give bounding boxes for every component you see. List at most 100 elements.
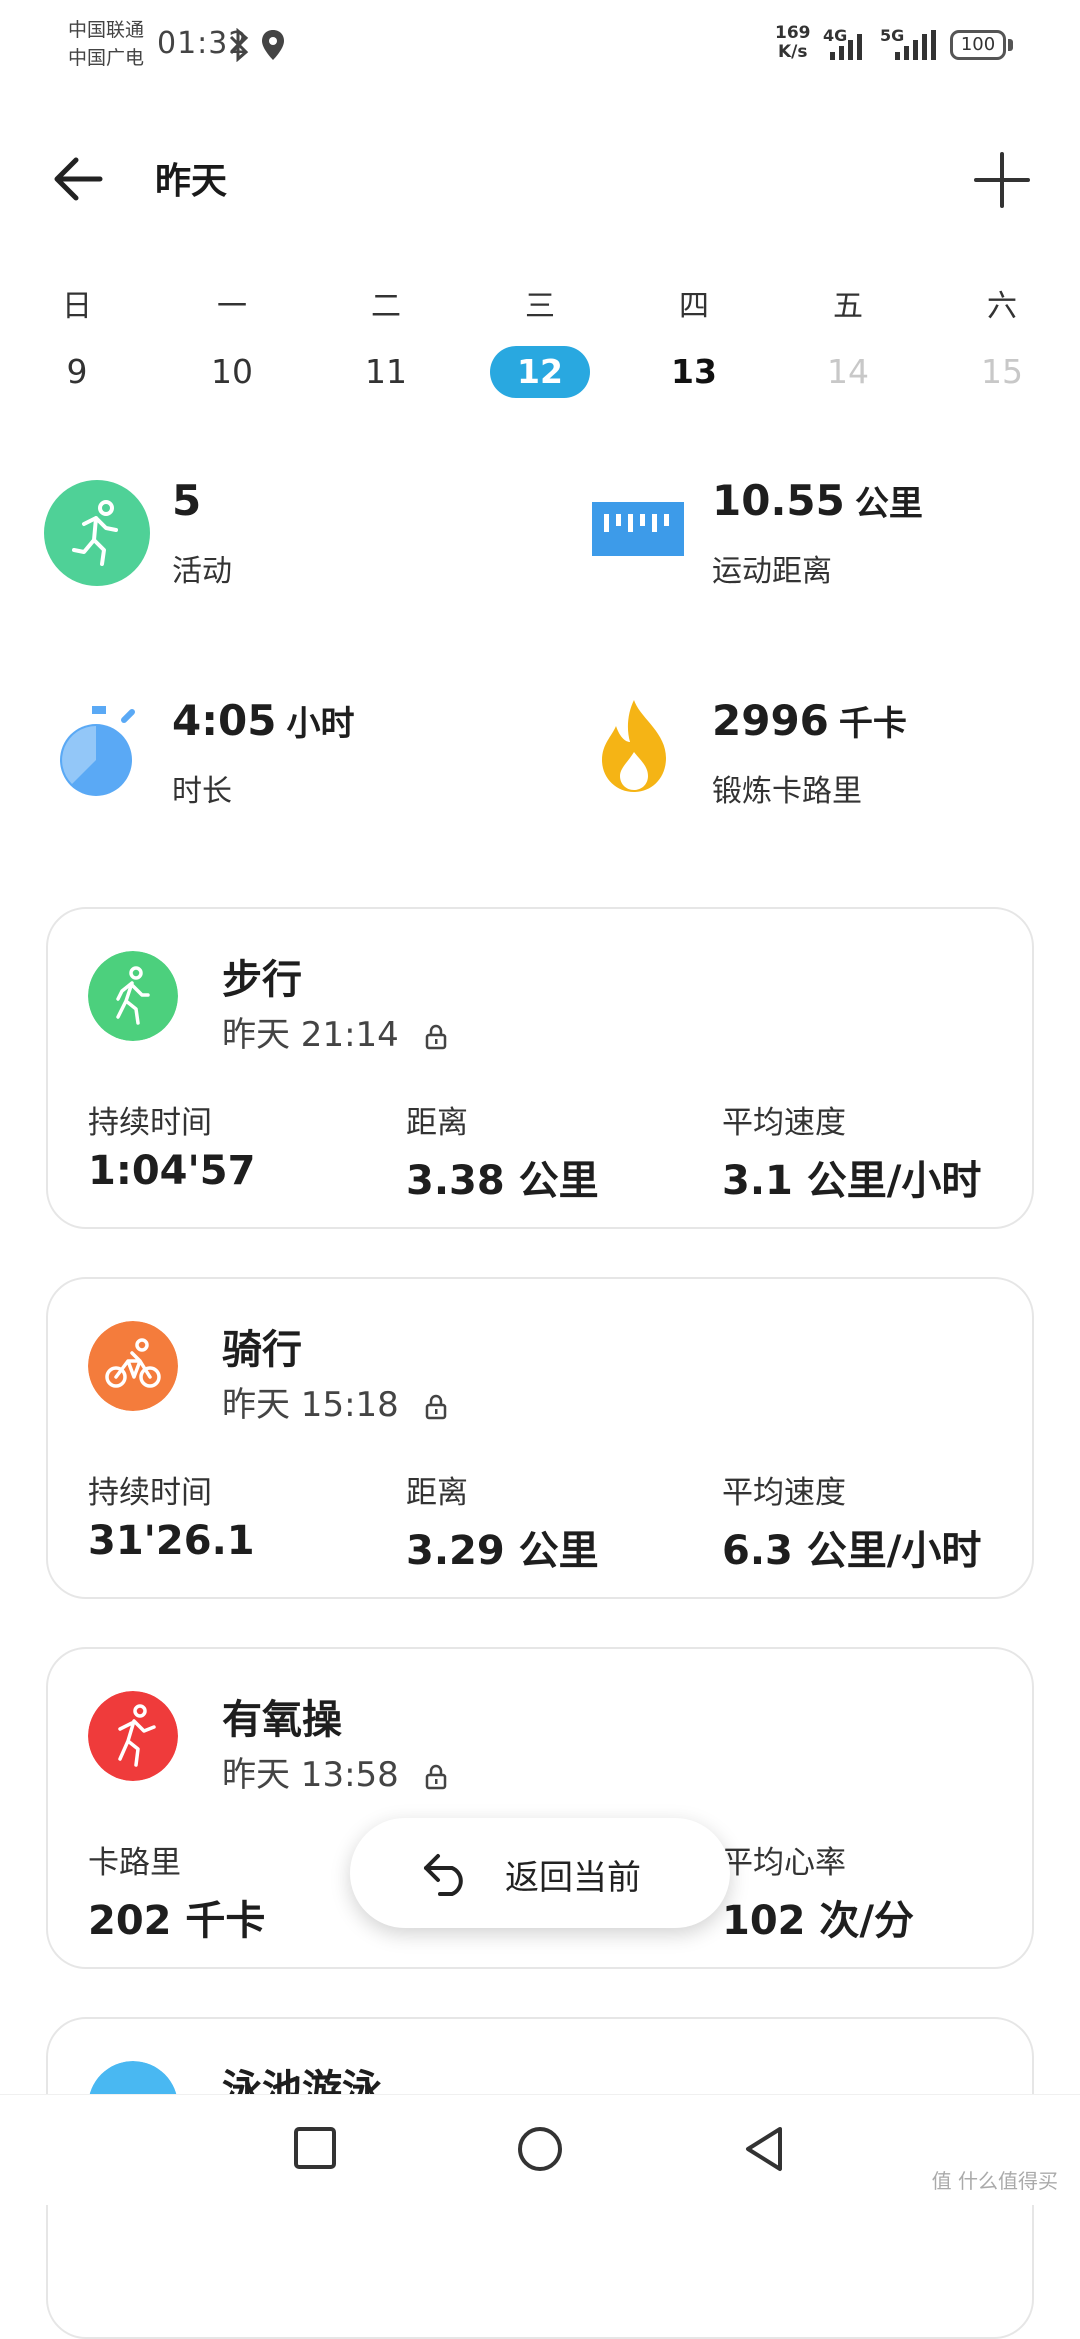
battery-icon: 100	[950, 30, 1006, 60]
calories-label: 锻炼卡路里	[712, 774, 862, 809]
day-of-week-label: 日	[62, 289, 92, 324]
metric-label: 持续时间	[88, 1105, 212, 1141]
metric-label: 平均速度	[722, 1105, 846, 1141]
day-of-week-label: 二	[371, 289, 401, 324]
signal-5g-icon	[895, 30, 936, 60]
home-icon[interactable]	[516, 2125, 564, 2173]
bluetooth-icon	[229, 28, 249, 62]
back-to-current-button[interactable]: 返回当前	[350, 1818, 730, 1928]
carrier-1: 中国联通	[68, 19, 145, 41]
battery-tip	[1008, 39, 1013, 51]
stat-duration: 4:05 小时 时长	[0, 690, 540, 820]
metric-value: 202 千卡	[88, 1898, 266, 1944]
distance-number: 10.55	[712, 476, 845, 525]
stat-activities: 5 活动	[0, 470, 540, 600]
calories-unit: 千卡	[838, 704, 907, 744]
cycling-icon	[88, 1321, 178, 1411]
back-to-current-label: 返回当前	[505, 1858, 641, 1898]
day-number-selected: 12	[490, 346, 590, 398]
distance-unit: 公里	[854, 484, 923, 524]
day-mon[interactable]: 一 10	[177, 282, 287, 398]
activity-time-text: 昨天 15:18	[222, 1385, 399, 1425]
metric-value: 3.29 公里	[406, 1528, 599, 1574]
speed-unit: K/s	[777, 42, 808, 62]
day-of-week-label: 一	[217, 289, 247, 324]
day-of-week-label: 五	[833, 289, 863, 324]
stat-distance: 10.55 公里 运动距离	[540, 470, 1080, 600]
duration-number: 4:05	[172, 696, 277, 745]
day-of-week-label: 四	[679, 289, 709, 324]
activity-time-text: 昨天 13:58	[222, 1755, 399, 1795]
location-icon	[262, 30, 284, 60]
day-number-today: 13	[671, 352, 717, 391]
stopwatch-icon	[60, 706, 135, 796]
back-arrow-icon[interactable]	[50, 150, 108, 208]
day-fri: 五 14	[793, 282, 903, 398]
signal-4g-icon	[830, 34, 862, 60]
activities-count: 5	[172, 476, 202, 525]
calories-number: 2996	[712, 696, 829, 745]
walking-icon	[88, 951, 178, 1041]
metric-value: 31'26.1	[88, 1518, 255, 1564]
metric-avg-heart-rate: 平均心率 102 次/分	[722, 1837, 914, 1946]
day-number: 9	[66, 352, 88, 391]
metric-distance: 距离 3.38 公里	[406, 1097, 599, 1206]
metric-value: 102 次/分	[722, 1898, 915, 1944]
running-icon	[44, 480, 150, 586]
distance-value: 10.55 公里	[712, 476, 923, 525]
day-number-disabled: 15	[981, 352, 1023, 391]
metric-avg-speed: 平均速度 6.3 公里/小时	[722, 1467, 981, 1576]
metric-duration: 持续时间 31'26.1	[88, 1467, 255, 1564]
day-sat: 六 15	[947, 282, 1057, 398]
metric-distance: 距离 3.29 公里	[406, 1467, 599, 1576]
activity-time: 昨天 13:58	[222, 1747, 448, 1796]
activity-card-walking[interactable]: 步行 昨天 21:14 持续时间 1:04'57 距离 3.38 公里 平均速度…	[46, 907, 1034, 1229]
activity-time: 昨天 15:18	[222, 1377, 448, 1426]
stat-calories: 2996 千卡 锻炼卡路里	[540, 690, 1080, 820]
metric-value: 1:04'57	[88, 1148, 256, 1194]
day-thu-today[interactable]: 四 13	[639, 282, 749, 398]
speed-value: 169	[775, 23, 811, 43]
duration-label: 时长	[172, 774, 232, 809]
day-number: 11	[365, 352, 407, 391]
day-tue[interactable]: 二 11	[331, 282, 441, 398]
metric-label: 卡路里	[88, 1845, 181, 1881]
duration-value: 4:05 小时	[172, 696, 354, 745]
carrier-info: 中国联通 中国广电	[68, 16, 144, 72]
activity-time-text: 昨天 21:14	[222, 1015, 399, 1055]
metric-label: 距离	[406, 1475, 468, 1511]
metric-value: 6.3 公里/小时	[722, 1528, 982, 1574]
week-strip: 日 9 一 10 二 11 三 12 四 13 五 14 六 15	[0, 282, 1080, 412]
activity-title: 骑行	[222, 1327, 302, 1373]
page-title: 昨天	[155, 161, 228, 202]
aerobics-icon	[88, 1691, 178, 1781]
activity-title: 步行	[222, 957, 302, 1003]
metric-label: 持续时间	[88, 1475, 212, 1511]
network-speed: 169 K/s	[775, 24, 811, 62]
metric-avg-speed: 平均速度 3.1 公里/小时	[722, 1097, 981, 1206]
day-wed-selected[interactable]: 三 12	[485, 282, 595, 398]
day-of-week-label: 三	[525, 289, 555, 324]
day-number: 10	[211, 352, 253, 391]
day-number-disabled: 14	[827, 352, 869, 391]
activity-time: 昨天 21:14	[222, 1007, 448, 1056]
recents-icon[interactable]	[292, 2125, 338, 2171]
status-bar: 中国联通 中国广电 01:32 169 K/s 4G 5G 100	[0, 0, 1080, 90]
metric-value: 3.38 公里	[406, 1158, 599, 1204]
lock-icon	[425, 1024, 446, 1049]
ruler-icon	[592, 502, 684, 556]
duration-unit: 小时	[286, 704, 355, 744]
day-of-week-label: 六	[987, 289, 1017, 324]
metric-duration: 持续时间 1:04'57	[88, 1097, 255, 1194]
metric-label: 距离	[406, 1105, 468, 1141]
activity-title: 有氧操	[222, 1697, 342, 1743]
activity-card-cycling[interactable]: 骑行 昨天 15:18 持续时间 31'26.1 距离 3.29 公里 平均速度…	[46, 1277, 1034, 1599]
back-icon[interactable]	[742, 2125, 788, 2173]
metric-value: 3.1 公里/小时	[722, 1158, 982, 1204]
watermark: 值 什么值得买	[931, 2169, 1058, 2193]
add-icon[interactable]	[972, 150, 1032, 210]
flame-icon	[602, 700, 666, 792]
carrier-2: 中国广电	[68, 47, 145, 69]
system-nav-bar: 值 什么值得买	[0, 2094, 1080, 2205]
day-sun[interactable]: 日 9	[22, 282, 132, 398]
